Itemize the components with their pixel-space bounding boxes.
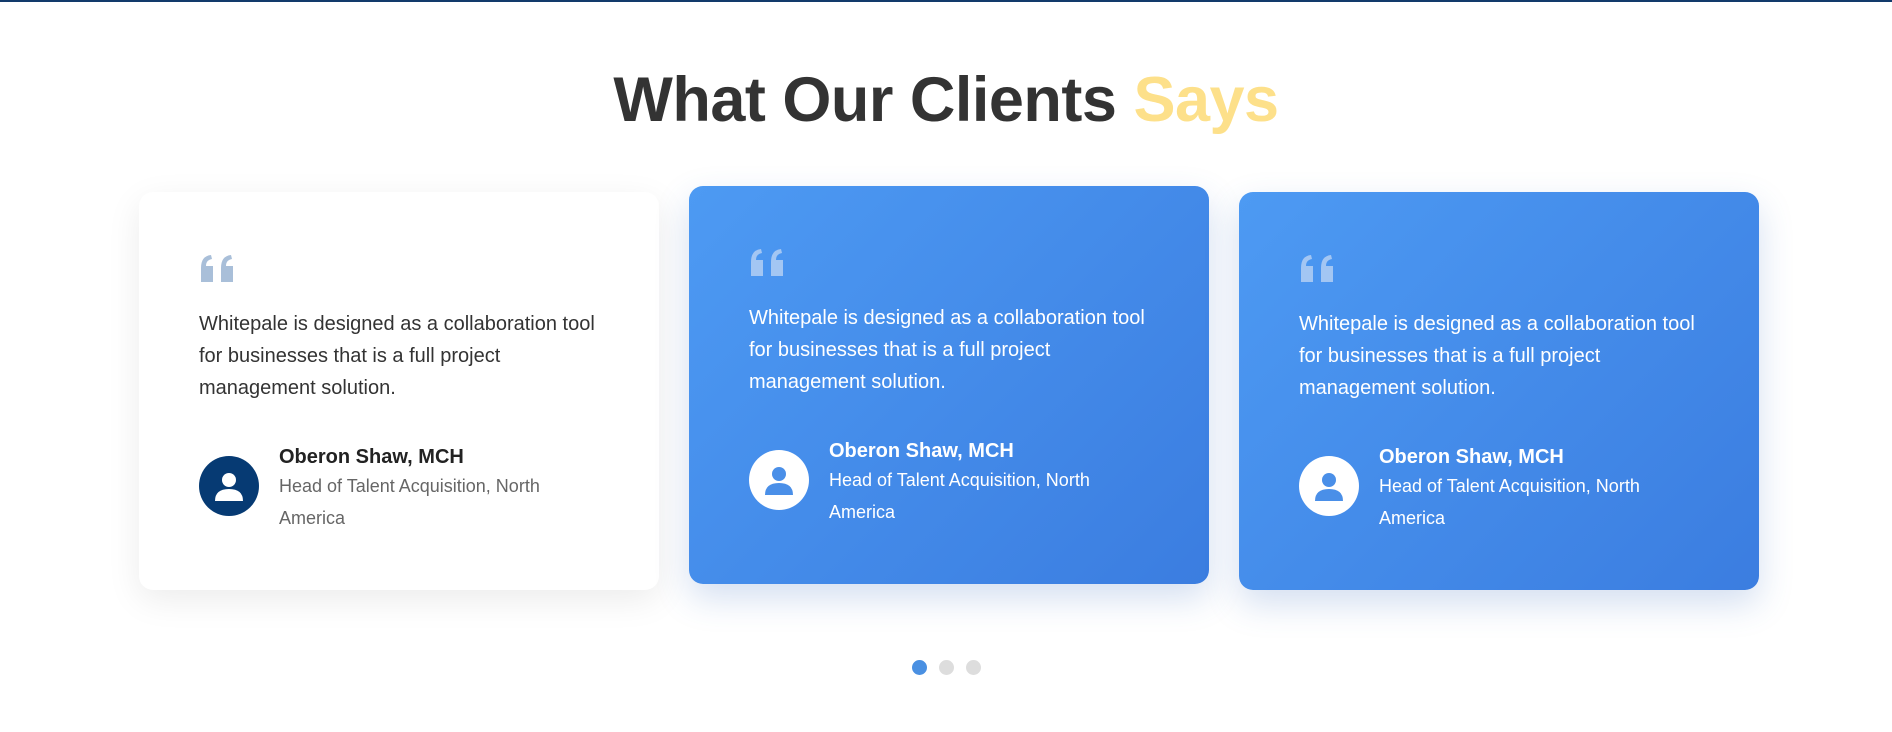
quote-icon xyxy=(201,255,233,282)
quote-icon xyxy=(751,249,783,276)
avatar xyxy=(1299,456,1359,516)
author-role: Head of Talent Acquisition, North Americ… xyxy=(279,476,540,528)
carousel-dot-1[interactable] xyxy=(911,660,927,675)
user-icon xyxy=(765,467,793,495)
author-name: Oberon Shaw, MCH xyxy=(1379,446,1564,468)
testimonial-quote: Whitepale is designed as a collaboration… xyxy=(1299,313,1695,399)
testimonial-card: Whitepale is designed as a collaboration… xyxy=(1239,192,1759,590)
testimonial-card: Whitepale is designed as a collaboration… xyxy=(139,192,659,590)
carousel-dot-3[interactable] xyxy=(965,660,981,675)
testimonial-quote: Whitepale is designed as a collaboration… xyxy=(199,313,595,399)
avatar xyxy=(199,456,259,516)
quote-icon xyxy=(1301,255,1333,282)
user-icon xyxy=(215,473,243,501)
testimonials-section: What Our Clients Says Whitepale is desig… xyxy=(0,0,1892,732)
heading-accent: Says xyxy=(1133,65,1279,135)
carousel-dot-2[interactable] xyxy=(938,660,954,675)
testimonial-author: Oberon Shaw, MCH Head of Talent Acquisit… xyxy=(749,438,1129,528)
heading-main: What Our Clients xyxy=(613,65,1117,135)
testimonial-author: Oberon Shaw, MCH Head of Talent Acquisit… xyxy=(199,444,579,534)
top-divider xyxy=(0,0,1892,2)
section-heading: What Our Clients Says xyxy=(0,62,1892,138)
author-role: Head of Talent Acquisition, North Americ… xyxy=(1379,476,1640,528)
avatar xyxy=(749,450,809,510)
author-name: Oberon Shaw, MCH xyxy=(829,440,1014,462)
author-name: Oberon Shaw, MCH xyxy=(279,446,464,468)
testimonial-card: Whitepale is designed as a collaboration… xyxy=(689,186,1209,584)
testimonial-author: Oberon Shaw, MCH Head of Talent Acquisit… xyxy=(1299,444,1679,534)
user-icon xyxy=(1315,473,1343,501)
carousel-dots xyxy=(0,660,1892,675)
author-role: Head of Talent Acquisition, North Americ… xyxy=(829,470,1090,522)
testimonial-quote: Whitepale is designed as a collaboration… xyxy=(749,307,1145,393)
